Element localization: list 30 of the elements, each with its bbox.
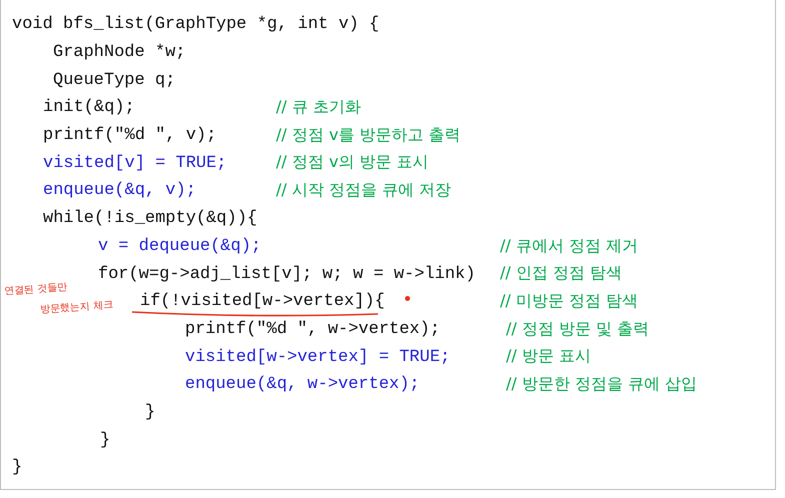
- code-line: for(w=g->adj_list[v]; w; w = w->link): [98, 264, 476, 284]
- code-comment: // 정점 방문 및 출력: [506, 318, 650, 340]
- code-comment: // 인접 정점 탐색: [500, 263, 622, 284]
- code-comment: // 시작 정점을 큐에 저장: [276, 180, 452, 202]
- code-line: printf("%d ", w->vertex);: [185, 320, 440, 339]
- code-line: init(&q);: [43, 98, 135, 118]
- code-comment: // 방문한 정점을 큐에 삽입: [506, 374, 698, 395]
- code-line: }: [145, 402, 156, 422]
- code-comment: // 미방문 정점 탐색: [500, 290, 638, 312]
- code-line: QueueType q;: [53, 70, 176, 90]
- code-line: enqueue(&q, v);: [43, 181, 196, 200]
- code-line: enqueue(&q, w->vertex);: [185, 375, 420, 394]
- code-comment: // 정점 v의 방문 표시: [276, 152, 429, 174]
- code-comment: // 큐 초기화: [276, 97, 361, 118]
- code-line: }: [12, 458, 22, 478]
- code-line: printf("%d ", v);: [43, 126, 216, 146]
- handwritten-note: 방문했는지 체크: [40, 298, 114, 316]
- handwritten-note: 연결된 것들만: [4, 280, 68, 298]
- code-comment: // 정점 v를 방문하고 출력: [276, 124, 461, 146]
- code-line: }: [100, 430, 110, 450]
- code-line: visited[v] = TRUE;: [43, 154, 227, 173]
- code-line: while(!is_empty(&q)){: [43, 209, 258, 228]
- code-line: void bfs_list(GraphType *g, int v) {: [12, 15, 380, 34]
- code-line: v = dequeue(&q);: [98, 236, 262, 256]
- code-line: if(!visited[w->vertex]){: [140, 292, 385, 312]
- code-line: visited[w->vertex] = TRUE;: [185, 348, 450, 367]
- dot-annotation: [405, 296, 410, 301]
- code-comment: // 방문 표시: [506, 346, 591, 368]
- code-comment: // 큐에서 정점 제거: [500, 236, 638, 256]
- code-line: GraphNode *w;: [53, 43, 186, 62]
